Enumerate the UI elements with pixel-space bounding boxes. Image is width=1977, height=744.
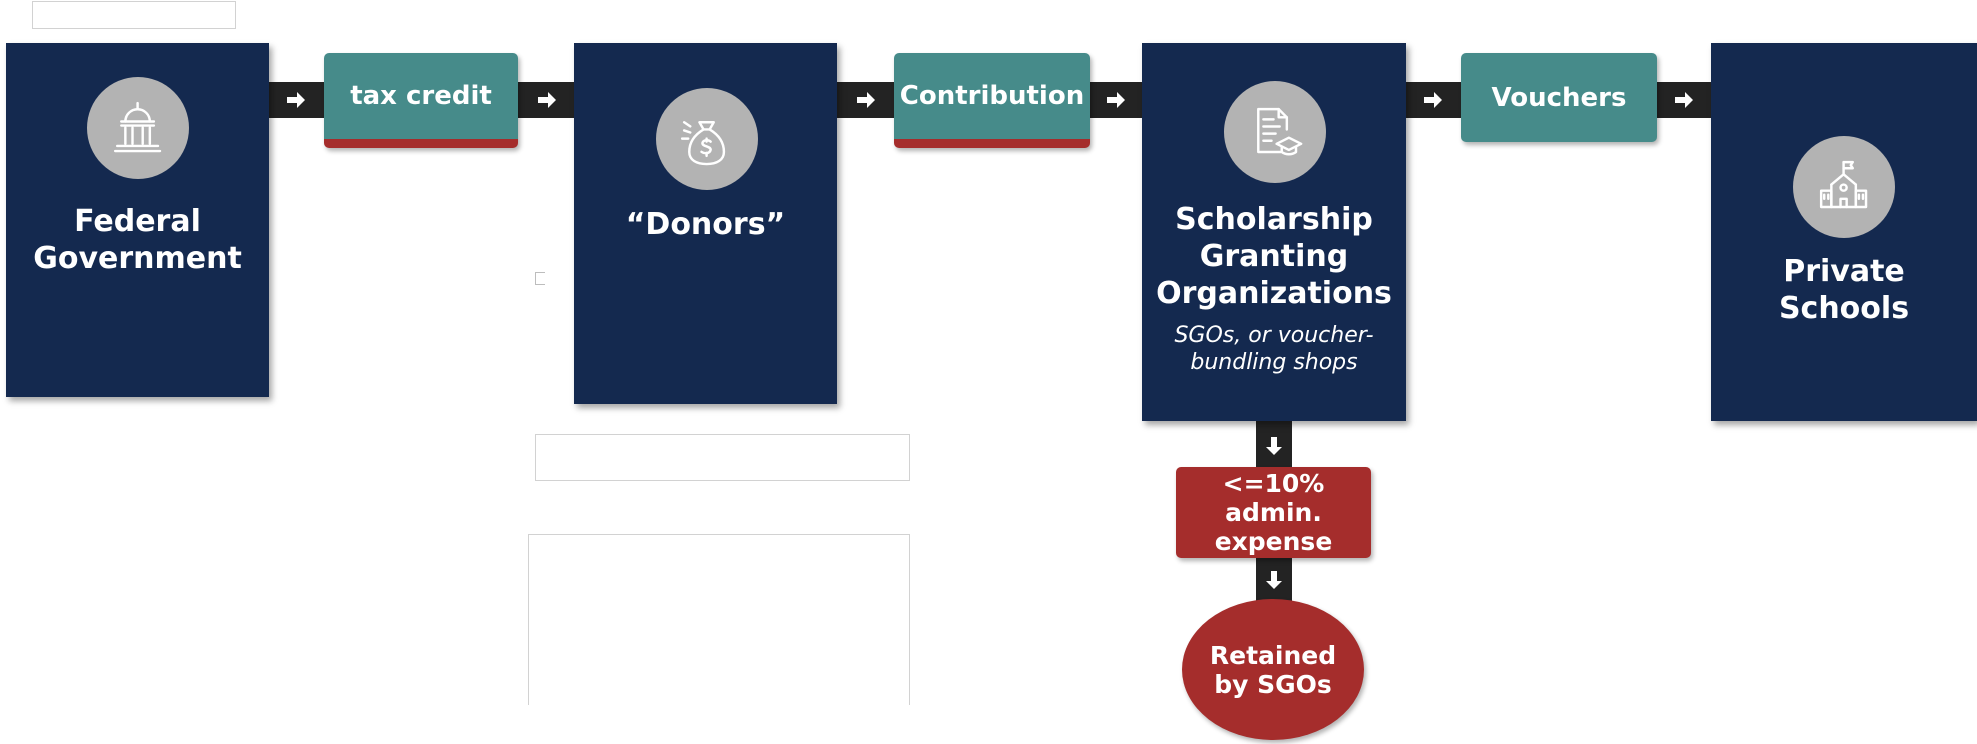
contribution-label: Contribution	[894, 53, 1090, 148]
private-schools-card: Private Schools	[1711, 43, 1977, 421]
admin-expense-box: <=10% admin. expense	[1176, 467, 1371, 558]
capitol-building-icon	[87, 77, 189, 179]
down-arrow-icon	[1266, 437, 1282, 455]
sgo-card: Scholarship Granting Organizations SGOs,…	[1142, 43, 1406, 421]
vouchers-label: Vouchers	[1461, 53, 1657, 142]
empty-text-frame-middle	[535, 434, 910, 481]
tax-credit-label: tax credit	[324, 53, 518, 148]
right-arrow-icon	[1107, 92, 1125, 108]
retained-by-sgos-oval: Retained by SGOs	[1182, 599, 1364, 740]
stray-marker-icon	[535, 272, 545, 285]
donors-title: “Donors”	[625, 207, 786, 242]
donors-card: “Donors”	[574, 43, 837, 404]
right-arrow-icon	[857, 92, 875, 108]
right-arrow-icon	[1424, 92, 1442, 108]
school-building-icon	[1793, 136, 1895, 238]
right-arrow-icon	[287, 92, 305, 108]
federal-government-card: Federal Government	[6, 43, 269, 397]
sgo-subtitle: SGOs, or voucher- bundling shops	[1174, 323, 1374, 375]
document-graduation-cap-icon	[1224, 81, 1326, 183]
federal-government-title: Federal Government	[33, 204, 242, 276]
right-arrow-icon	[538, 92, 556, 108]
private-schools-title: Private Schools	[1778, 254, 1910, 326]
sgo-title: Scholarship Granting Organizations	[1156, 202, 1392, 311]
right-arrow-icon	[1675, 92, 1693, 108]
empty-text-frame-bottom	[528, 534, 910, 705]
empty-text-frame-top	[32, 1, 236, 29]
down-arrow-icon	[1266, 571, 1282, 589]
money-bag-icon	[656, 88, 758, 190]
